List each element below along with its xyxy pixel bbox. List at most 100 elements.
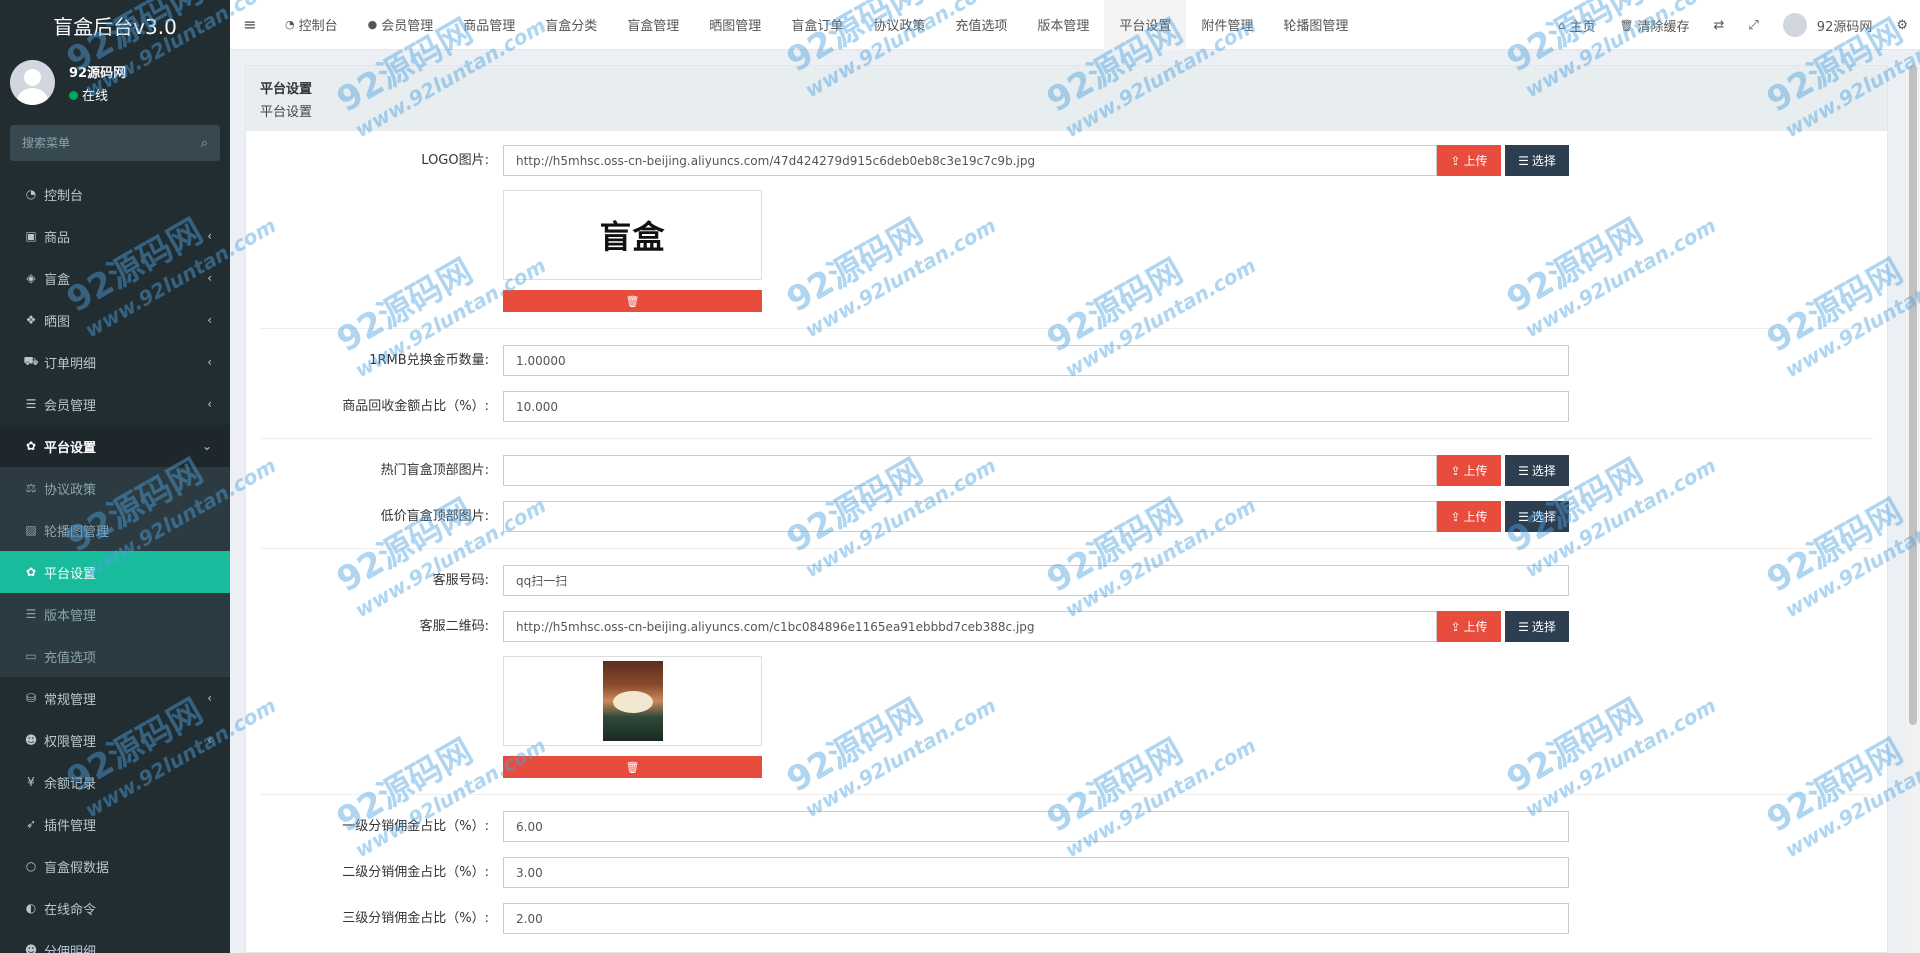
service-no-label: 客服号码: [432, 573, 489, 588]
avatar [10, 60, 55, 105]
gear-icon: ⚙ [1896, 17, 1908, 33]
menu-toggle-icon[interactable]: ≡ [230, 0, 270, 50]
hot-select-button[interactable]: ☰ 选择 [1505, 455, 1569, 486]
upload-icon: ⇪ [1450, 619, 1461, 634]
tab-dashboard[interactable]: ◔ 控制台 [270, 0, 353, 50]
tab-platform-settings[interactable]: 平台设置 [1104, 0, 1187, 50]
tab-policy[interactable]: 协议政策 [858, 0, 940, 50]
tab-showpic[interactable]: 晒图管理 [694, 0, 776, 50]
online-dot-icon [69, 90, 78, 100]
sidebar-item-carousel[interactable]: ▨ 轮播图管理 [0, 509, 230, 551]
tab-version[interactable]: 版本管理 [1022, 0, 1104, 50]
sidebar-item-auth[interactable]: ☻ 权限管理 ‹ [0, 719, 230, 761]
sidebar-item-fake-data[interactable]: ○ 盲盒假数据 [0, 845, 230, 887]
menu-search-input[interactable] [22, 136, 201, 150]
qr-url-input[interactable] [503, 611, 1437, 642]
sidebar-item-members[interactable]: ☰ 会员管理 ‹ [0, 383, 230, 425]
qr-delete-button[interactable]: 🗑 [503, 756, 762, 778]
level3-input[interactable] [503, 903, 1569, 934]
chevron-left-icon: ‹ [207, 733, 212, 747]
chevron-down-icon: ⌄ [201, 439, 212, 453]
sidebar-item-commission[interactable]: ☻ 分佣明细 [0, 929, 230, 953]
sidebar-item-command[interactable]: ◐ 在线命令 [0, 887, 230, 929]
user-menu[interactable]: 92源码网 [1771, 13, 1885, 37]
logo-url-input[interactable] [503, 145, 1437, 176]
sidebar-item-blindbox[interactable]: ◈ 盲盒 ‹ [0, 257, 230, 299]
qr-upload-button[interactable]: ⇪ 上传 [1437, 611, 1501, 642]
bag-icon: ▣ [25, 229, 37, 243]
rmb-input[interactable] [503, 345, 1569, 376]
home-icon: ⌂ [1558, 18, 1566, 32]
sidebar-item-showpic[interactable]: ❖ 晒图 ‹ [0, 299, 230, 341]
qr-image [602, 661, 663, 741]
logo-label: LOGO图片: [421, 153, 489, 168]
home-link[interactable]: ⌂ 主页 [1547, 16, 1608, 35]
sidebar-menu: ◔ 控制台 ▣ 商品 ‹ ◈ 盲盒 ‹ ❖ 晒图 ‹ ⛟ 订单明细 ‹ ☰ 会员管理 ‹ ✿ 平台设置 ⌄… [0, 173, 230, 953]
sidebar-item-general[interactable]: ⛁ 常规管理 ‹ [0, 677, 230, 719]
logo-upload-button[interactable]: ⇪ 上传 [1437, 145, 1501, 176]
tab-box-manage[interactable]: 盲盒管理 [612, 0, 694, 50]
app-logo[interactable]: 盲盒后台v3.0 [0, 0, 230, 50]
recycle-label: 商品回收金额占比（%）: [342, 399, 489, 414]
chevron-left-icon: ‹ [207, 355, 212, 369]
low-select-button[interactable]: ☰ 选择 [1505, 501, 1569, 532]
upload-icon: ⇪ [1450, 153, 1461, 168]
clear-cache-button[interactable]: 🗑 清除缓存 [1608, 16, 1702, 35]
tab-attachments[interactable]: 附件管理 [1186, 0, 1268, 50]
topbar: ≡ ◔ 控制台 ● 会员管理 商品管理 盲盒分类 盲盒管理 晒图管理 盲盒订单 协议… [230, 0, 1920, 50]
logo-select-button[interactable]: ☰ 选择 [1505, 145, 1569, 176]
hot-label: 热门盲盒顶部图片: [380, 463, 489, 478]
circle-icon: ○ [25, 859, 37, 873]
user-panel: 92源码网 在线 [0, 50, 230, 115]
service-no-row: 客服号码: [260, 549, 1873, 596]
sidebar-item-policy[interactable]: ⚖ 协议政策 [0, 467, 230, 509]
chevron-left-icon: ‹ [207, 229, 212, 243]
sidebar-item-dashboard[interactable]: ◔ 控制台 [0, 173, 230, 215]
sidebar-item-plugins[interactable]: ➶ 插件管理 [0, 803, 230, 845]
logo-preview: 盲盒 [503, 190, 762, 280]
sidebar-item-version[interactable]: ☰ 版本管理 [0, 593, 230, 635]
tab-box-category[interactable]: 盲盒分类 [530, 0, 612, 50]
hot-upload-button[interactable]: ⇪ 上传 [1437, 455, 1501, 486]
sidebar-item-goods[interactable]: ▣ 商品 ‹ [0, 215, 230, 257]
translate-button[interactable]: ⇄ [1701, 18, 1736, 33]
logo-delete-button[interactable]: 🗑 [503, 290, 762, 312]
tab-box-orders[interactable]: 盲盒订单 [776, 0, 858, 50]
low-upload-button[interactable]: ⇪ 上传 [1437, 501, 1501, 532]
recycle-row: 商品回收金额占比（%）: [260, 376, 1873, 422]
tab-carousel[interactable]: 轮播图管理 [1268, 0, 1363, 50]
low-image-input[interactable] [503, 501, 1437, 532]
avatar [1782, 13, 1807, 37]
level2-input[interactable] [503, 857, 1569, 888]
rocket-icon: ➶ [25, 817, 37, 831]
settings-button[interactable]: ⚙ [1884, 18, 1920, 33]
hot-image-input[interactable] [503, 455, 1437, 486]
fullscreen-button[interactable]: ⤢ [1736, 18, 1770, 33]
scrollbar[interactable] [1906, 55, 1920, 953]
yen-icon: ¥ [27, 775, 35, 789]
tab-goods[interactable]: 商品管理 [448, 0, 530, 50]
level1-input[interactable] [503, 811, 1569, 842]
search-icon[interactable]: ⌕ [201, 136, 208, 151]
list-icon: ☰ [1518, 463, 1529, 478]
hot-row: 热门盲盒顶部图片: ⇪ 上传 ☰ 选择 [260, 439, 1873, 486]
level2-label: 二级分销佣金占比（%）: [342, 865, 489, 880]
trash-icon: 🗑 [625, 760, 640, 774]
tab-members[interactable]: ● 会员管理 [353, 0, 449, 50]
sidebar-item-platform-group[interactable]: ✿ 平台设置 ⌄ [0, 425, 230, 467]
scrollbar-thumb[interactable] [1909, 65, 1917, 725]
recycle-input[interactable] [503, 391, 1569, 422]
sidebar-item-platform-settings[interactable]: ✿ 平台设置 [0, 551, 230, 593]
dropbox-icon: ❖ [25, 313, 37, 327]
chevron-left-icon: ‹ [207, 397, 212, 411]
translate-icon: ⇄ [1713, 17, 1725, 33]
sidebar-item-orders[interactable]: ⛟ 订单明细 ‹ [0, 341, 230, 383]
sidebar-item-balance[interactable]: ¥ 余额记录 [0, 761, 230, 803]
qr-select-button[interactable]: ☰ 选择 [1505, 611, 1569, 642]
tab-recharge[interactable]: 充值选项 [940, 0, 1022, 50]
main-content: 平台设置 平台设置 LOGO图片: ⇪上传 ☰选择 盲盒 🗑 1RMB兑换金币数… [245, 65, 1888, 953]
service-no-input[interactable] [503, 565, 1569, 596]
user-status: 在线 [69, 85, 126, 104]
sidebar-item-recharge[interactable]: ▭ 充值选项 [0, 635, 230, 677]
user-name: 92源码网 [69, 65, 127, 81]
